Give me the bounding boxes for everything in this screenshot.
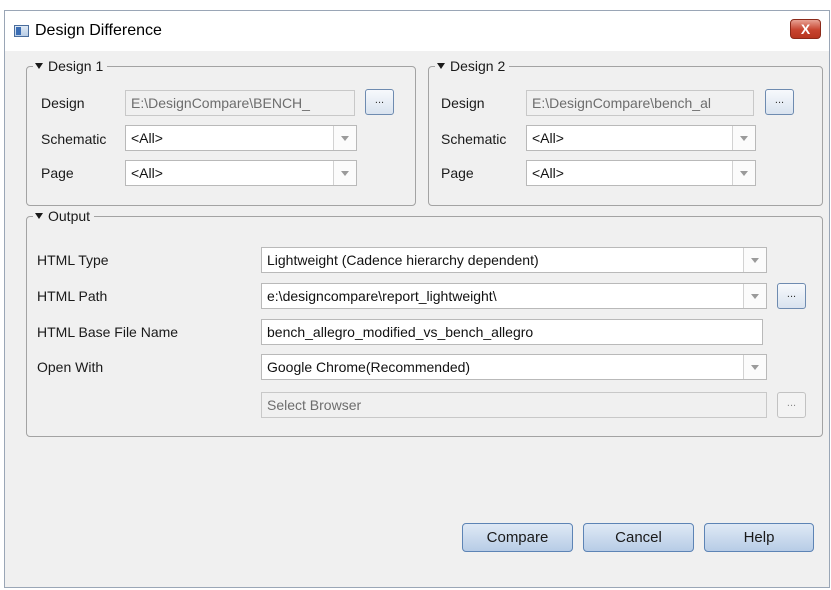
chevron-down-icon[interactable] [743,248,766,272]
design2-legend-label: Design 2 [450,58,506,74]
design2-browse-button[interactable]: ... [765,89,794,115]
design2-legend[interactable]: Design 2 [435,58,510,74]
html-path-browse-button[interactable]: ... [777,283,806,309]
output-group: Output HTML Type Lightweight (Cadence hi… [26,208,823,437]
design2-schematic-label: Schematic [441,131,507,147]
design1-design-label: Design [41,95,85,111]
cancel-button[interactable]: Cancel [583,523,694,552]
open-with-label: Open With [37,359,104,375]
chevron-down-icon[interactable] [732,161,755,185]
window-title: Design Difference [35,22,162,39]
design1-group: Design 1 Design E:\DesignCompare\BENCH_ … [26,58,416,206]
output-legend-label: Output [48,208,91,224]
design1-schematic-value: <All> [131,130,163,146]
html-type-label: HTML Type [37,252,109,268]
open-with-value: Google Chrome(Recommended) [267,359,471,375]
browser-browse-button[interactable]: ... [777,392,806,418]
collapse-triangle-icon [437,63,445,69]
design2-design-field[interactable]: E:\DesignCompare\bench_al [526,90,754,116]
collapse-triangle-icon [35,63,43,69]
chevron-down-icon[interactable] [333,126,356,150]
design1-schematic-label: Schematic [41,131,107,147]
design1-page-label: Page [41,165,74,181]
output-legend[interactable]: Output [33,208,95,224]
design1-legend[interactable]: Design 1 [33,58,108,74]
html-path-combo[interactable]: e:\designcompare\report_lightweight\ [261,283,767,309]
chevron-down-icon[interactable] [743,355,766,379]
design2-page-label: Page [441,165,474,181]
design1-page-value: <All> [131,165,163,181]
design1-legend-label: Design 1 [48,58,104,74]
design1-browse-button[interactable]: ... [365,89,394,115]
html-type-combo[interactable]: Lightweight (Cadence hierarchy dependent… [261,247,767,273]
title-bar: Design Difference X [5,11,829,51]
design-difference-dialog: Design Difference X Design 1 Design E:\D… [4,10,830,588]
design1-page-combo[interactable]: <All> [125,160,357,186]
html-base-file-name-input[interactable]: bench_allegro_modified_vs_bench_allegro [261,319,763,345]
chevron-down-icon[interactable] [743,284,766,308]
design2-schematic-combo[interactable]: <All> [526,125,756,151]
design2-page-value: <All> [532,165,564,181]
html-type-value: Lightweight (Cadence hierarchy dependent… [267,252,539,268]
close-icon: X [800,21,811,37]
design2-page-combo[interactable]: <All> [526,160,756,186]
design2-schematic-value: <All> [532,130,564,146]
chevron-down-icon[interactable] [732,126,755,150]
compare-button[interactable]: Compare [462,523,573,552]
close-button[interactable]: X [790,19,821,39]
html-path-label: HTML Path [37,288,108,304]
help-button[interactable]: Help [704,523,814,552]
open-with-combo[interactable]: Google Chrome(Recommended) [261,354,767,380]
select-browser-input[interactable]: Select Browser [261,392,767,418]
design2-design-label: Design [441,95,485,111]
design1-design-field[interactable]: E:\DesignCompare\BENCH_ [125,90,355,116]
chevron-down-icon[interactable] [333,161,356,185]
html-base-file-name-label: HTML Base File Name [37,324,179,340]
app-window-icon [14,25,29,37]
design2-group: Design 2 Design E:\DesignCompare\bench_a… [428,58,823,206]
design1-schematic-combo[interactable]: <All> [125,125,357,151]
collapse-triangle-icon [35,213,43,219]
html-path-value: e:\designcompare\report_lightweight\ [267,288,497,304]
